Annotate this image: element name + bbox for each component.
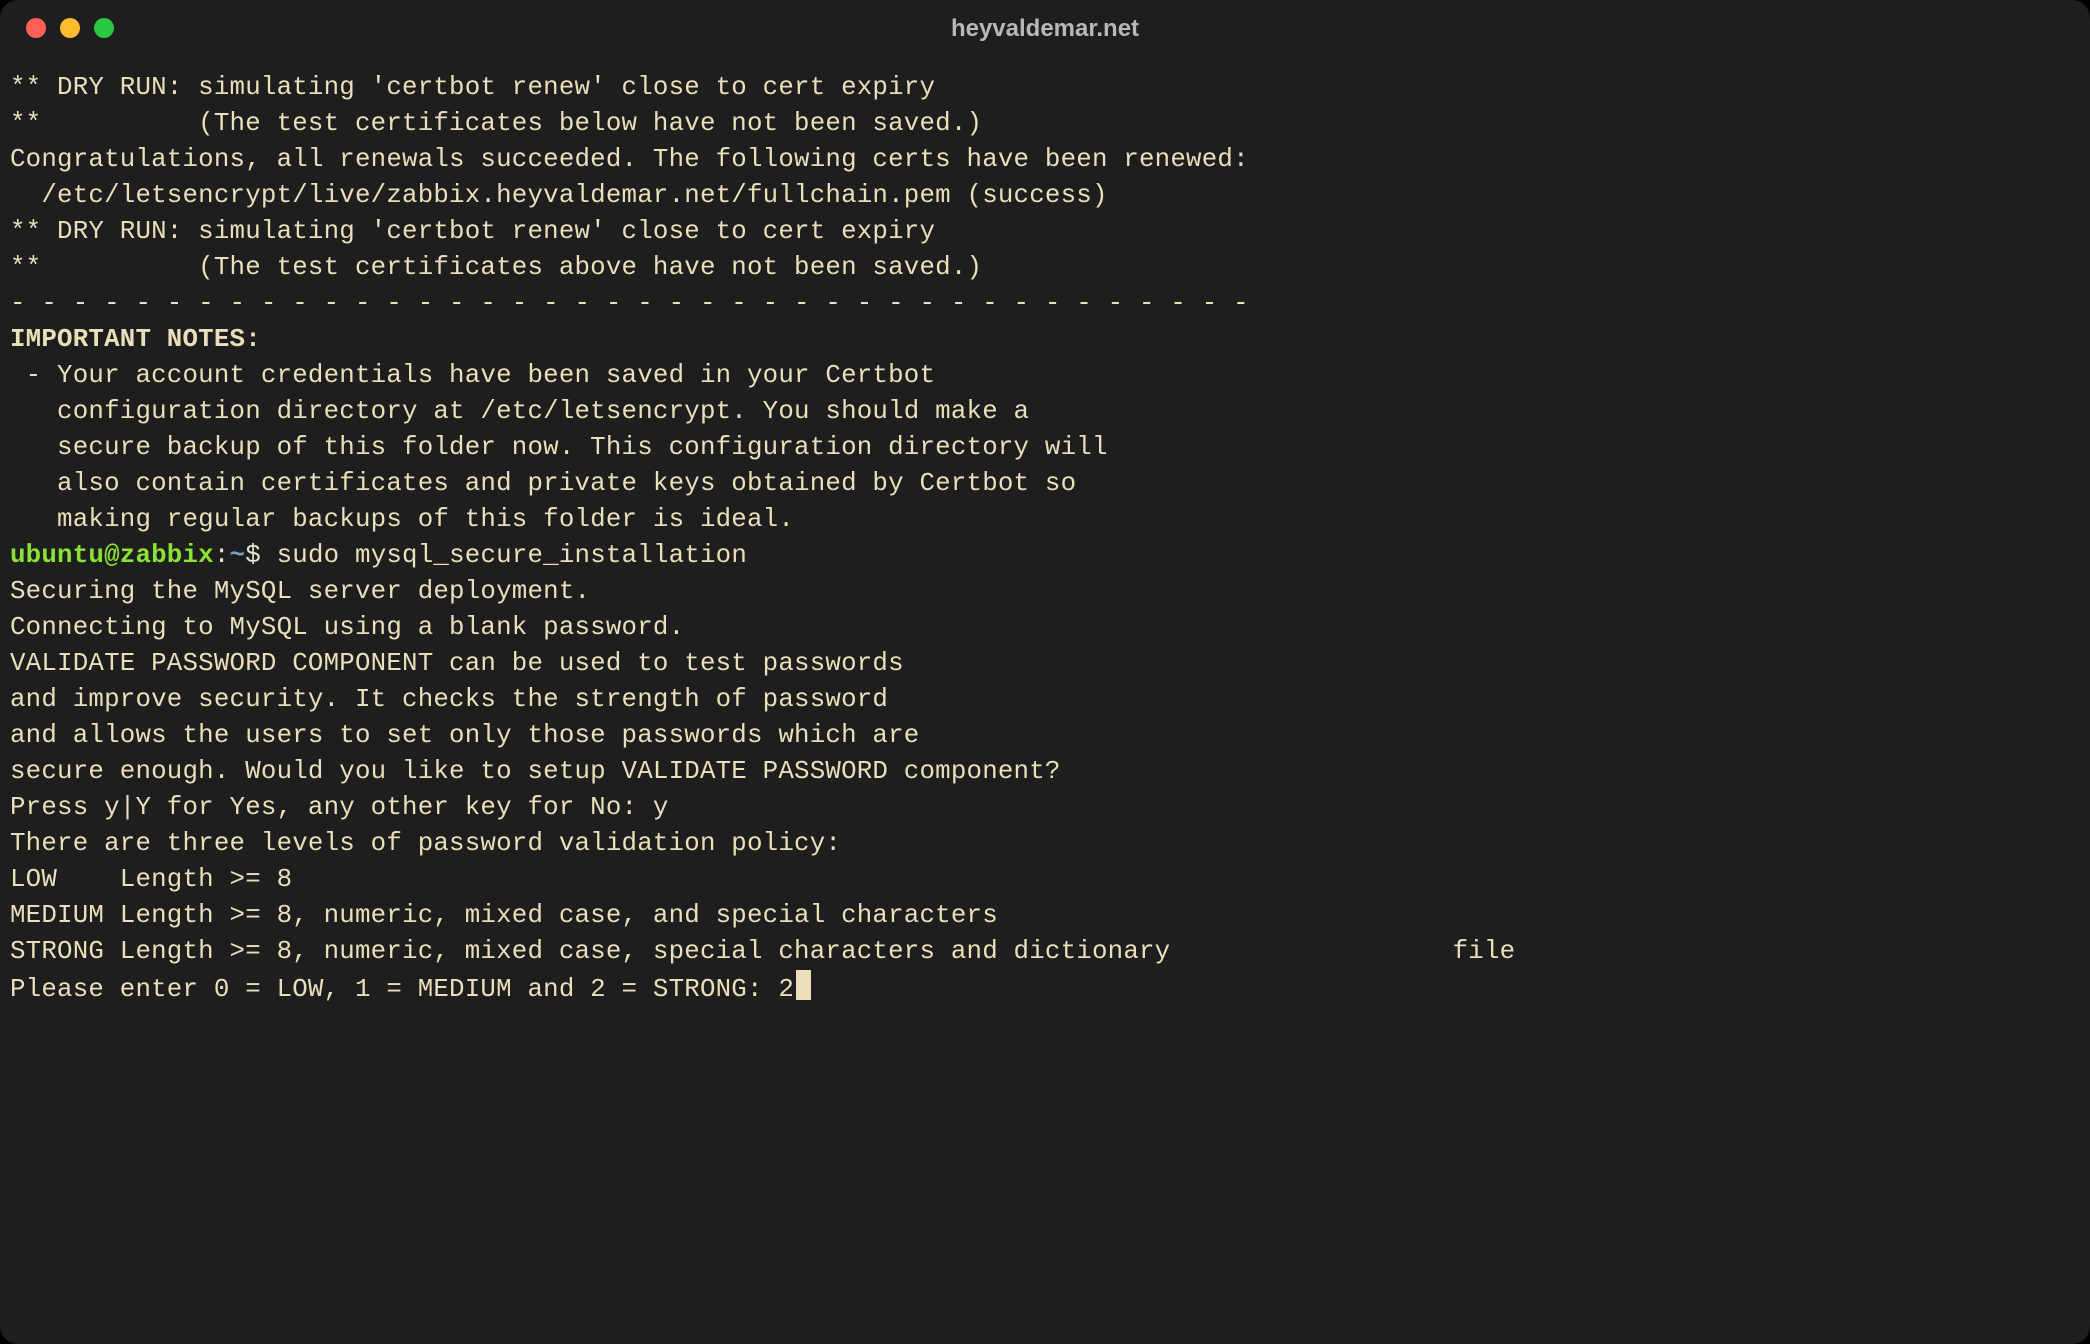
terminal-line: Securing the MySQL server deployment. — [10, 574, 2080, 610]
command-text: sudo mysql_secure_installation — [277, 541, 747, 570]
terminal-line: - Your account credentials have been sav… — [10, 358, 2080, 394]
window-title: heyvaldemar.net — [951, 15, 1139, 43]
terminal-line: making regular backups of this folder is… — [10, 502, 2080, 538]
traffic-lights — [26, 18, 114, 38]
cursor-icon — [796, 970, 811, 1000]
terminal-window: heyvaldemar.net ** DRY RUN: simulating '… — [0, 0, 2090, 1344]
terminal-line: VALIDATE PASSWORD COMPONENT can be used … — [10, 646, 2080, 682]
terminal-line: secure backup of this folder now. This c… — [10, 430, 2080, 466]
prompt-line: ubuntu@zabbix:~$ sudo mysql_secure_insta… — [10, 538, 2080, 574]
terminal-line: /etc/letsencrypt/live/zabbix.heyvaldemar… — [10, 178, 2080, 214]
terminal-input-line[interactable]: Please enter 0 = LOW, 1 = MEDIUM and 2 =… — [10, 970, 2080, 1008]
terminal-body[interactable]: ** DRY RUN: simulating 'certbot renew' c… — [10, 70, 2080, 1334]
terminal-line: ** DRY RUN: simulating 'certbot renew' c… — [10, 70, 2080, 106]
terminal-line: and allows the users to set only those p… — [10, 718, 2080, 754]
prompt-path: ~ — [230, 541, 246, 570]
prompt-user: ubuntu@zabbix — [10, 541, 214, 570]
terminal-line: also contain certificates and private ke… — [10, 466, 2080, 502]
terminal-line: configuration directory at /etc/letsencr… — [10, 394, 2080, 430]
prompt-sep: $ — [245, 541, 276, 570]
terminal-line: secure enough. Would you like to setup V… — [10, 754, 2080, 790]
terminal-line: Connecting to MySQL using a blank passwo… — [10, 610, 2080, 646]
terminal-line: and improve security. It checks the stre… — [10, 682, 2080, 718]
important-notes-heading: IMPORTANT NOTES: — [10, 322, 2080, 358]
terminal-line: ** (The test certificates above have not… — [10, 250, 2080, 286]
terminal-line: Please enter 0 = LOW, 1 = MEDIUM and 2 =… — [10, 975, 794, 1004]
zoom-icon[interactable] — [94, 18, 114, 38]
terminal-line: - - - - - - - - - - - - - - - - - - - - … — [10, 286, 2080, 322]
terminal-line: STRONG Length >= 8, numeric, mixed case,… — [10, 934, 2080, 970]
terminal-line: Congratulations, all renewals succeeded.… — [10, 142, 2080, 178]
terminal-line: ** (The test certificates below have not… — [10, 106, 2080, 142]
terminal-line: ** DRY RUN: simulating 'certbot renew' c… — [10, 214, 2080, 250]
close-icon[interactable] — [26, 18, 46, 38]
terminal-line: MEDIUM Length >= 8, numeric, mixed case,… — [10, 898, 2080, 934]
terminal-line: There are three levels of password valid… — [10, 826, 2080, 862]
terminal-line: Press y|Y for Yes, any other key for No:… — [10, 790, 2080, 826]
minimize-icon[interactable] — [60, 18, 80, 38]
prompt-sep: : — [214, 541, 230, 570]
terminal-line: LOW Length >= 8 — [10, 862, 2080, 898]
titlebar: heyvaldemar.net — [0, 0, 2090, 58]
